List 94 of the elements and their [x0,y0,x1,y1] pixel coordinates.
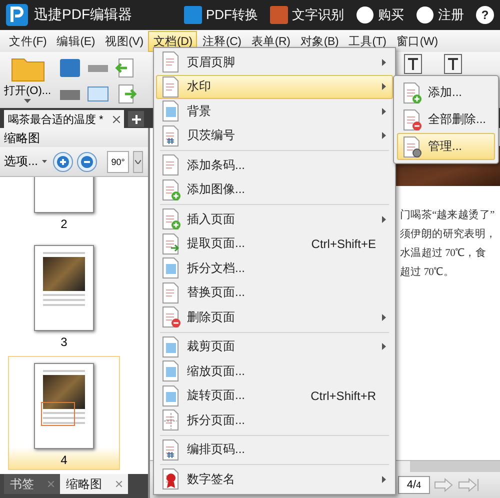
page-number-icon [161,438,181,461]
menu-item[interactable]: 管理... [397,133,495,160]
menu-bar-item[interactable]: 视图(V) [100,30,148,52]
header-footer-icon [161,51,181,74]
help-button[interactable]: ? [476,6,494,24]
minus-icon [81,156,94,168]
page-thumbnail[interactable]: 4 [8,356,120,470]
page-plus-icon [402,82,422,104]
menu-item[interactable]: 缩放页面... [156,359,393,384]
document-text: 超过 70℃。 [400,265,456,279]
open-button[interactable]: 打开(O)... [4,56,52,103]
title-action-button[interactable]: PDF转换 [184,6,258,24]
text-tool-button[interactable] [404,54,422,74]
menu-item[interactable]: 全部删除... [397,106,495,133]
menu-item[interactable]: 背景 [156,99,393,124]
menu-item[interactable]: 插入页面 [156,207,393,232]
last-page-icon [458,478,480,492]
menu-item[interactable]: 编排页码... [156,438,393,462]
menu-bar-item[interactable]: 工具(T) [344,30,392,52]
dropdown-button[interactable] [133,150,144,172]
submenu-arrow-icon [382,108,386,115]
page-number: 4 [60,453,68,467]
menu-item[interactable]: 水印 [156,74,393,99]
page-delete-icon [402,108,422,130]
menu-bar-item[interactable]: 对象(B) [295,30,344,52]
last-page-button[interactable] [458,478,480,492]
menu-item[interactable]: 数字签名 [156,467,393,492]
menu-bar-item[interactable]: 注释(C) [197,30,246,52]
folder-icon [10,56,45,82]
menu-item[interactable]: 提取页面... Ctrl+Shift+E [156,232,393,256]
page-number-icon [161,124,181,147]
menu-bar-item[interactable]: 文件(F) [4,30,52,52]
submenu-arrow-icon [382,132,386,140]
page-gear-icon [402,136,422,158]
plus-icon [132,114,141,124]
menu-bar-item[interactable]: 窗口(W) [391,30,443,52]
menu-bar-item[interactable]: 表单(R) [246,30,296,52]
submenu-arrow-icon [382,83,386,90]
title-action-button[interactable]: 注册 [416,6,464,24]
zoom-out-button[interactable] [77,152,98,172]
page-plus-icon [161,208,181,230]
menu-item[interactable]: 添加条码... [156,153,393,178]
caret-icon [135,160,142,164]
next-page-button[interactable] [434,478,454,492]
submenu-arrow-icon [382,314,386,321]
certificate-icon [161,468,181,490]
page-number: 3 [60,335,68,349]
menu-item[interactable]: 添加图像... [156,178,393,202]
image-plus-icon [161,178,181,201]
document-tab[interactable]: 喝茶最合适的温度 * [4,110,124,128]
panel-title: 缩略图 [0,128,148,147]
text-tool-button[interactable] [444,54,462,74]
page-split-icon [161,409,181,432]
menu-item[interactable]: 添加... [397,79,495,106]
app-logo-icon [6,4,28,26]
document-text: 水温超过 70℃，食 [400,246,488,260]
watermark-icon [161,76,181,98]
photo-placeholder [43,375,85,409]
menu-item[interactable]: 旋转页面... Ctrl+Shift+R [156,384,393,408]
menu-item[interactable]: 裁剪页面 [156,334,393,359]
menu-item[interactable]: 页眉页脚 [156,50,393,74]
menu-bar-item[interactable]: 编辑(E) [52,30,100,52]
right-arrow-icon [434,478,454,492]
caret-icon [24,99,32,103]
submenu-arrow-icon [382,343,386,350]
photo-placeholder [43,257,85,291]
menu-item[interactable]: 贝茨编号 [156,124,393,148]
close-icon[interactable] [113,116,120,122]
submenu-arrow-icon [382,58,386,66]
submenu-arrow-icon [382,476,386,483]
rotate-button[interactable]: 90° [107,150,130,172]
menu-item[interactable]: 删除页面 [156,305,393,330]
document-text: 须伊朗的研究表明， [400,227,498,241]
page-number: 2 [60,217,68,231]
document-text: 门喝茶“越来越烫了” [400,208,496,222]
zoom-in-button[interactable] [53,152,74,172]
menu-item[interactable]: 拆分页面... [156,408,393,432]
menu-item[interactable]: 替换页面... [156,280,393,305]
window-title: 迅捷PDF编辑器 [34,6,133,24]
panel-tab[interactable]: 缩略图 [60,474,128,494]
panel-tab[interactable]: 书签 [4,474,60,494]
page-extract-icon [161,232,181,255]
new-tab-button[interactable] [128,111,144,127]
view-frame [41,402,75,426]
options-dropdown[interactable]: 选项... [2,153,50,170]
title-action-button[interactable]: 购买 [356,6,404,24]
title-action-button[interactable]: 文字识别 [270,6,344,24]
close-icon[interactable] [116,481,122,487]
page-delete-icon [161,306,181,328]
background-icon [161,100,181,122]
plus-icon [57,156,70,168]
menu-item[interactable]: 拆分文档... [156,256,393,280]
submenu-arrow-icon [382,216,386,223]
caret-icon [42,160,48,163]
